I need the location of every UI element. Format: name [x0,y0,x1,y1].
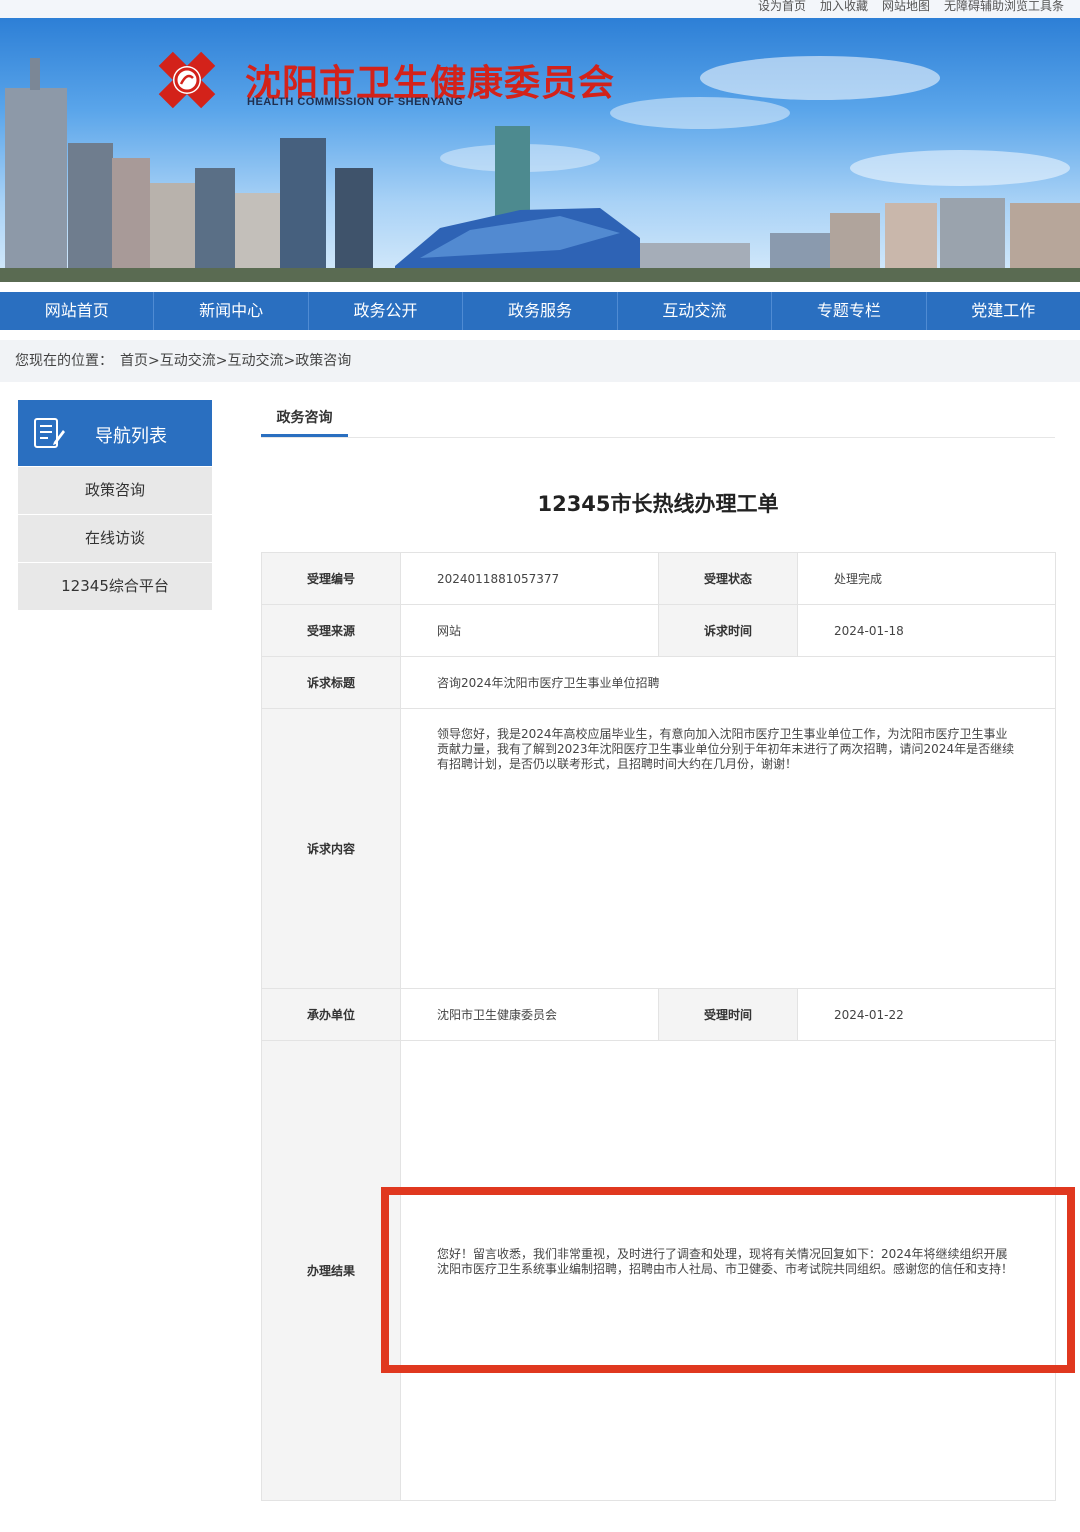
nav-news-center[interactable]: 新闻中心 [154,292,309,330]
utility-links: 设为首页 加入收藏 网站地图 无障碍辅助浏览工具条 [758,0,1064,14]
sidebar-item-12345-platform[interactable]: 12345综合平台 [18,562,212,610]
ticket-source-label: 受理来源 [261,604,401,657]
ticket-accept-time-label: 受理时间 [658,988,798,1041]
breadcrumb-separator: > [283,353,296,369]
document-list-icon [34,418,65,448]
breadcrumb-interaction[interactable]: 互动交流 [160,353,216,369]
sidebar: 导航列表 政策咨询 在线访谈 12345综合平台 [18,400,212,610]
ticket-subject-label: 诉求标题 [261,656,401,709]
ticket-dept-label: 承办单位 [261,988,401,1041]
table-row: 诉求内容 领导您好，我是2024年高校应届毕业生，有意向加入沈阳市医疗卫生事业单… [261,708,1056,989]
set-homepage-link[interactable]: 设为首页 [758,0,806,14]
sidebar-item-online-interview[interactable]: 在线访谈 [18,514,212,562]
utility-bar: 设为首页 加入收藏 网站地图 无障碍辅助浏览工具条 [0,0,1080,18]
header-banner: 沈阳市卫生健康委员会 HEALTH COMMISSION OF SHENYANG [0,18,1080,282]
nav-special-topics[interactable]: 专题专栏 [772,292,927,330]
ticket-content-label: 诉求内容 [261,708,401,989]
content-tab-row: 政务咨询 [261,400,1055,438]
table-row: 受理来源 网站 诉求时间 2024-01-18 [261,604,1056,657]
breadcrumb-policy-consult[interactable]: 政策咨询 [295,353,351,369]
breadcrumb-interaction-sub[interactable]: 互动交流 [227,353,283,369]
table-row: 受理编号 2024011881057377 受理状态 处理完成 [261,552,1056,605]
ticket-content-value: 领导您好，我是2024年高校应届毕业生，有意向加入沈阳市医疗卫生事业单位工作，为… [400,708,1056,989]
ticket-source-value: 网站 [400,604,659,657]
breadcrumb-path: 首页>互动交流>互动交流>政策咨询 [120,340,351,382]
ticket-subject-value: 咨询2024年沈阳市医疗卫生事业单位招聘 [400,656,1056,709]
ticket-result-value: 您好！留言收悉，我们非常重视，及时进行了调查和处理，现将有关情况回复如下：202… [437,1247,1014,1276]
breadcrumb-separator: > [148,353,160,369]
nav-government-affairs[interactable]: 政务公开 [309,292,464,330]
commission-emblem-logo [158,51,216,109]
ticket-status-label: 受理状态 [658,552,798,605]
ticket-result-label: 办理结果 [261,1040,401,1501]
ticket-status-value: 处理完成 [797,552,1056,605]
page-title: 12345市长热线办理工单 [537,492,779,516]
breadcrumb-home[interactable]: 首页 [120,353,148,369]
ticket-id-value: 2024011881057377 [400,552,659,605]
breadcrumb-separator: > [215,353,228,369]
nav-interaction[interactable]: 互动交流 [618,292,773,330]
nav-home[interactable]: 网站首页 [0,292,155,330]
tab-government-consult[interactable]: 政务咨询 [261,400,348,437]
table-row: 诉求标题 咨询2024年沈阳市医疗卫生事业单位招聘 [261,656,1056,709]
ticket-accept-time-value: 2024-01-22 [797,988,1056,1041]
ticket-appeal-time-value: 2024-01-18 [797,604,1056,657]
ticket-id-label: 受理编号 [261,552,401,605]
nav-government-services[interactable]: 政务服务 [463,292,618,330]
site-name-english: HEALTH COMMISSION OF SHENYANG [247,96,464,108]
sitemap-link[interactable]: 网站地图 [882,0,930,14]
sidebar-header: 导航列表 [18,400,212,466]
nav-party-building[interactable]: 党建工作 [927,292,1080,330]
sidebar-title: 导航列表 [95,426,167,447]
ticket-table: 受理编号 2024011881057377 受理状态 处理完成 受理来源 网站 … [261,552,1056,1501]
accessibility-toolbar-link[interactable]: 无障碍辅助浏览工具条 [944,0,1064,14]
ticket-dept-value: 沈阳市卫生健康委员会 [400,988,659,1041]
ticket-appeal-time-label: 诉求时间 [658,604,798,657]
breadcrumb-label: 您现在的位置： [15,353,113,369]
sidebar-item-policy-consult[interactable]: 政策咨询 [18,466,212,514]
table-row: 承办单位 沈阳市卫生健康委员会 受理时间 2024-01-22 [261,988,1056,1041]
breadcrumb: 您现在的位置： 首页>互动交流>互动交流>政策咨询 [0,340,1080,382]
table-row: 办理结果 您好！留言收悉，我们非常重视，及时进行了调查和处理，现将有关情况回复如… [261,1040,1056,1501]
add-favorite-link[interactable]: 加入收藏 [820,0,868,14]
ticket-result-cell: 您好！留言收悉，我们非常重视，及时进行了调查和处理，现将有关情况回复如下：202… [400,1040,1056,1501]
main-nav: 网站首页 新闻中心 政务公开 政务服务 互动交流 专题专栏 党建工作 [0,292,1080,330]
